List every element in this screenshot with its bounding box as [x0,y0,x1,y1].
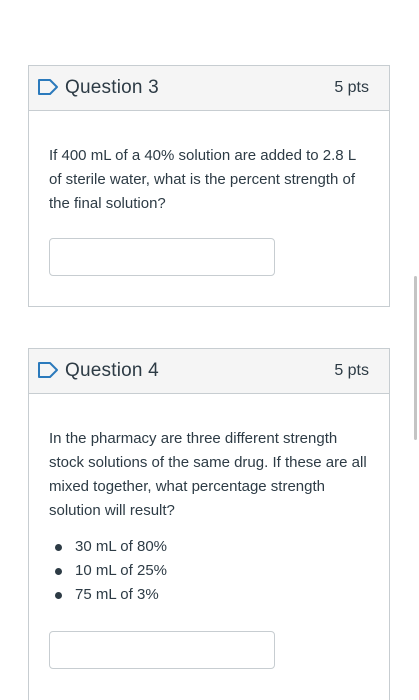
question-4-header: Question 4 5 pts [29,349,389,394]
question-4-prompt: In the pharmacy are three different stre… [49,430,367,519]
question-3-body: If 400 mL of a 40% solution are added to… [29,111,389,216]
list-item: 75 mL of 3% [55,583,369,607]
bookmark-flag-icon[interactable] [37,361,59,379]
question-4-list: 30 mL of 80% 10 mL of 25% 75 mL of 3% [49,535,369,607]
quiz-page: Question 3 5 pts If 400 mL of a 40% solu… [0,0,419,700]
question-4-title: Question 4 [65,360,159,381]
question-3-points: 5 pts [334,79,369,96]
page-scrollbar[interactable] [414,276,417,440]
bookmark-flag-icon[interactable] [37,78,59,96]
question-3-answer-input[interactable] [49,238,275,276]
question-4-card: Question 4 5 pts In the pharmacy are thr… [28,348,390,700]
question-4-answer-input[interactable] [49,631,275,669]
list-item: 30 mL of 80% [55,535,369,559]
question-4-points: 5 pts [334,362,369,379]
question-3-prompt: If 400 mL of a 40% solution are added to… [49,147,356,212]
list-item: 10 mL of 25% [55,559,369,583]
question-3-header: Question 3 5 pts [29,66,389,111]
question-4-body: In the pharmacy are three different stre… [29,394,389,607]
question-3-card: Question 3 5 pts If 400 mL of a 40% solu… [28,65,390,307]
question-3-title: Question 3 [65,77,159,98]
